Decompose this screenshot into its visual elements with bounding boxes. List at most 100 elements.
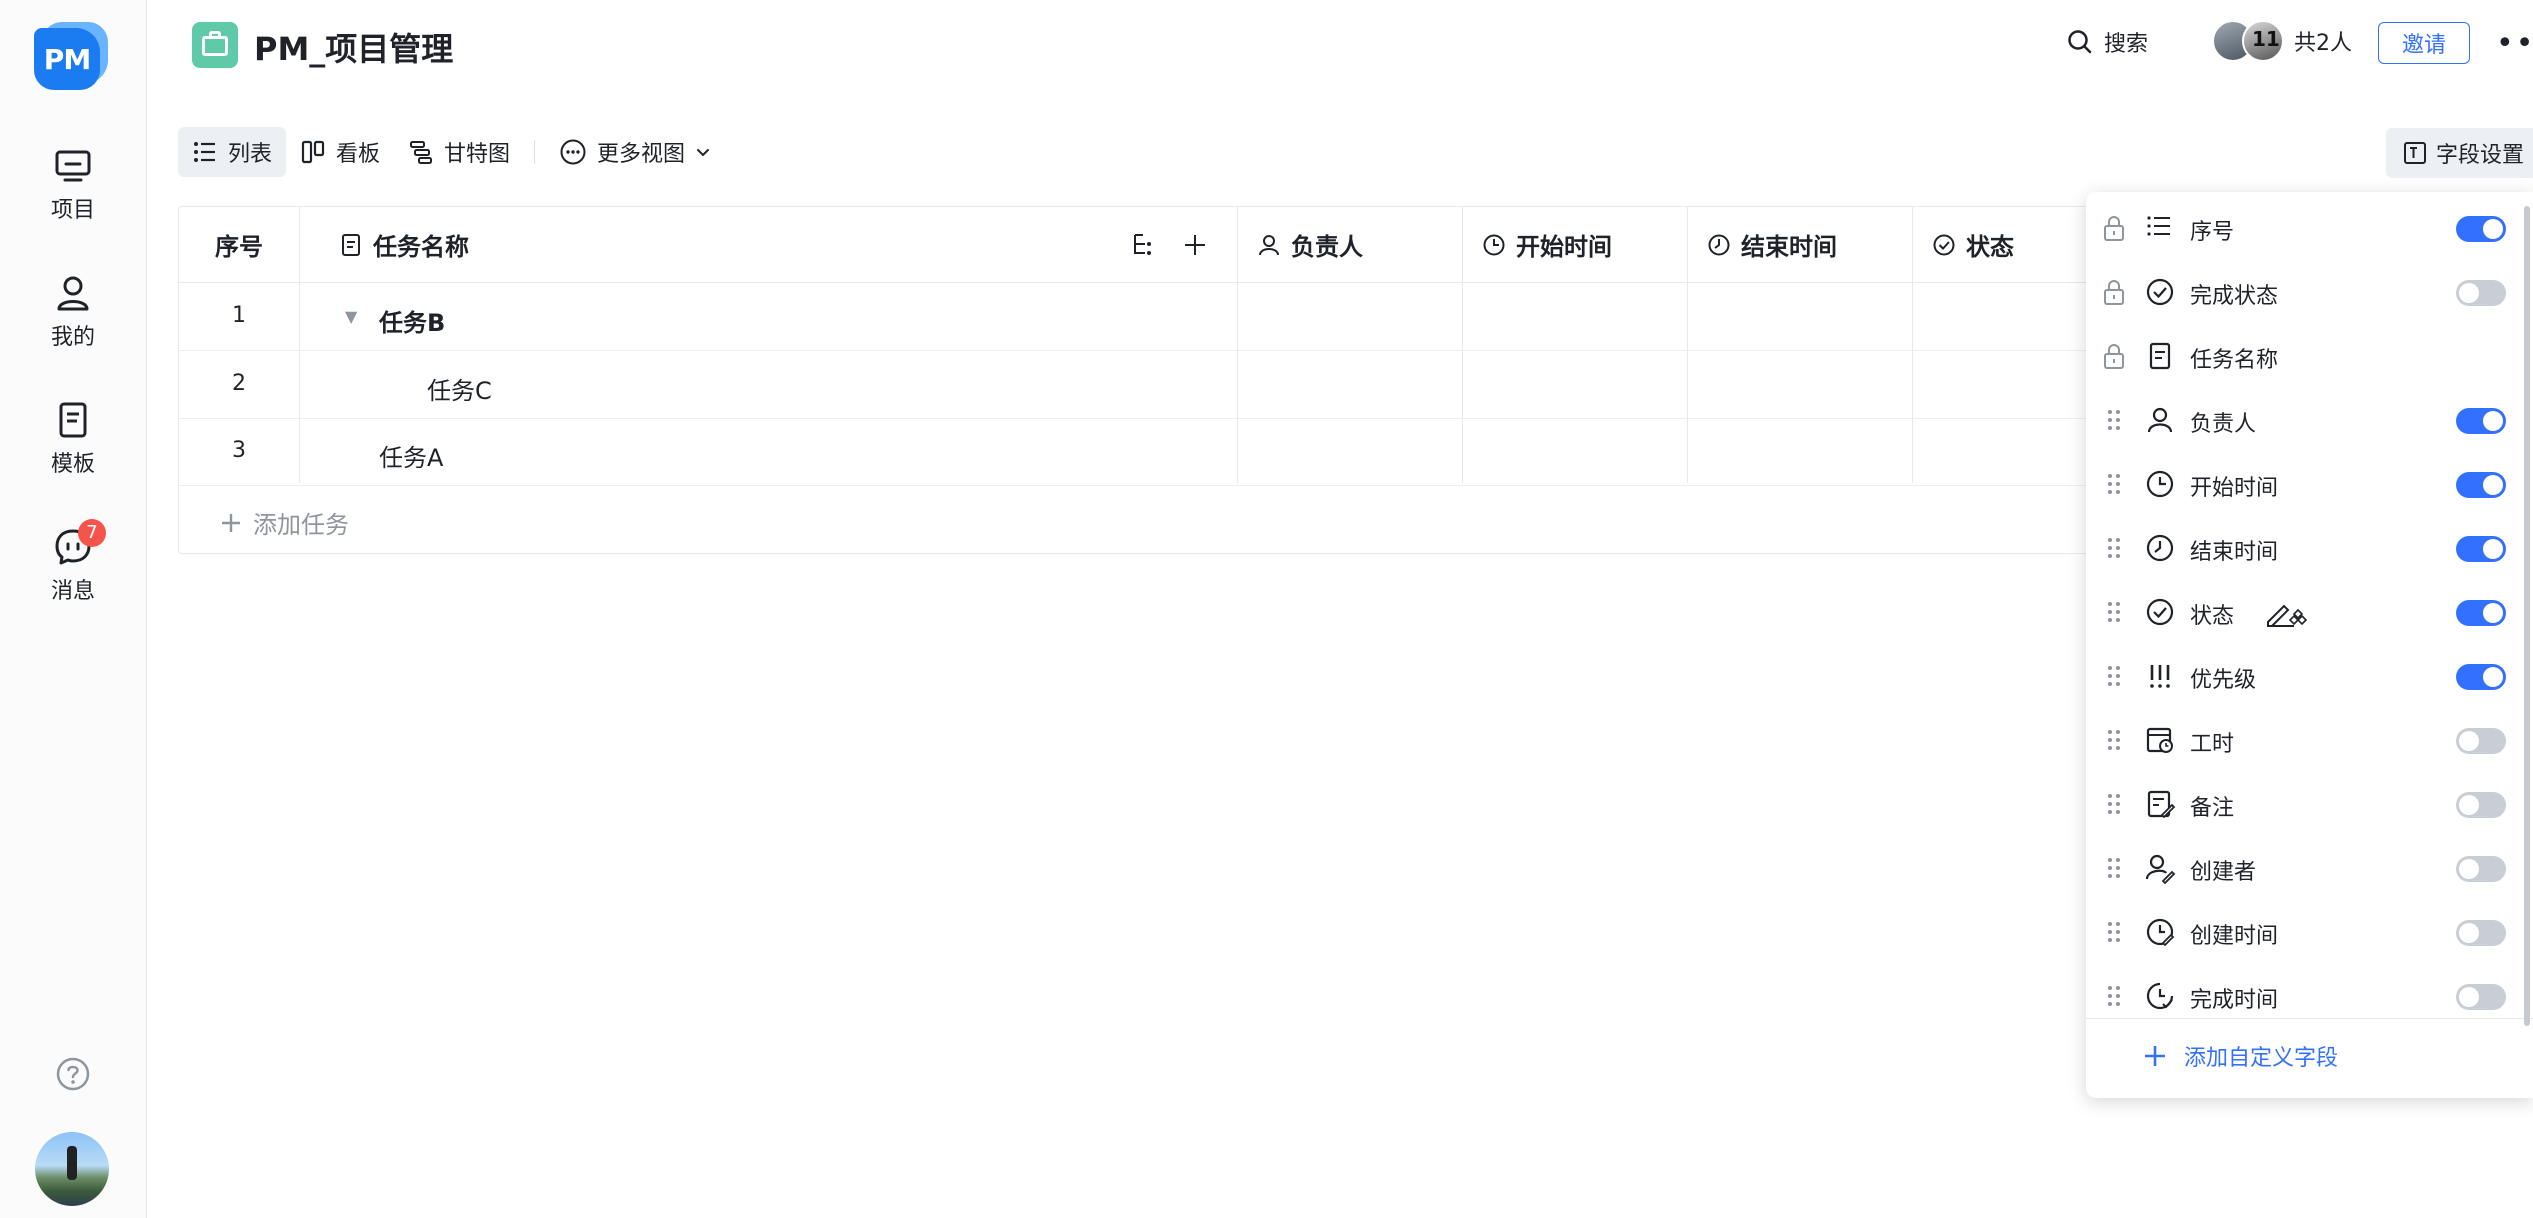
field-label: 创建者 bbox=[2190, 860, 2257, 885]
plus-icon bbox=[222, 513, 240, 532]
column-header-start-time[interactable]: 开始时间 bbox=[1482, 207, 1702, 282]
ordered-list-icon bbox=[2147, 216, 2170, 236]
monitor-icon bbox=[55, 150, 91, 182]
user-avatar[interactable] bbox=[35, 1132, 109, 1206]
view-label-kanban: 看板 bbox=[336, 142, 381, 167]
drag-handle-icon[interactable] bbox=[2102, 790, 2126, 818]
user-icon bbox=[1259, 234, 1279, 255]
column-header-assignee[interactable]: 负责人 bbox=[1257, 207, 1477, 282]
field-visibility-toggle[interactable] bbox=[2456, 280, 2506, 306]
row-number: 2 bbox=[232, 371, 246, 396]
field-row[interactable]: 开始时间 bbox=[2086, 452, 2533, 516]
add-column-icon[interactable] bbox=[1181, 231, 1209, 259]
expand-toggle-icon[interactable]: ▼ bbox=[345, 307, 357, 326]
drag-handle-icon[interactable] bbox=[2102, 470, 2126, 498]
priority-icon bbox=[2150, 665, 2170, 688]
field-row[interactable]: 负责人 bbox=[2086, 388, 2533, 452]
add-task-button[interactable]: 添加任务 bbox=[219, 505, 349, 540]
more-menu-icon[interactable]: ••• bbox=[2496, 26, 2533, 61]
field-visibility-toggle[interactable] bbox=[2456, 600, 2506, 626]
field-visibility-toggle[interactable] bbox=[2456, 472, 2506, 498]
drag-handle-icon[interactable] bbox=[2102, 854, 2126, 882]
drag-handle-icon[interactable] bbox=[2102, 598, 2126, 626]
clock-end-icon bbox=[1708, 234, 1730, 255]
field-row[interactable]: 优先级 bbox=[2086, 644, 2533, 708]
field-row[interactable]: 备注 bbox=[2086, 772, 2533, 836]
drag-handle-icon[interactable] bbox=[2102, 406, 2126, 434]
panel-scrollbar[interactable] bbox=[2524, 206, 2530, 1026]
subtask-icon[interactable] bbox=[1129, 231, 1157, 259]
document-icon bbox=[342, 233, 360, 256]
nav-item-messages[interactable]: 7 消息 bbox=[0, 519, 146, 605]
completed-time-icon bbox=[2146, 982, 2174, 1010]
field-label: 结束时间 bbox=[2190, 540, 2279, 565]
nav-label-projects: 项目 bbox=[50, 198, 95, 223]
field-settings-button[interactable]: 字段设置 bbox=[2386, 128, 2533, 178]
field-label: 完成状态 bbox=[2190, 284, 2279, 309]
view-tab-list[interactable]: 列表 bbox=[178, 127, 287, 177]
view-tab-gantt[interactable]: 甘特图 bbox=[394, 127, 524, 177]
help-icon[interactable] bbox=[55, 1056, 91, 1092]
drag-handle-icon[interactable] bbox=[2102, 726, 2126, 754]
members-count: 共2人 bbox=[2294, 31, 2352, 56]
task-name[interactable]: 任务B bbox=[379, 303, 445, 338]
field-row[interactable]: 完成状态 bbox=[2086, 260, 2533, 324]
clock-end-icon bbox=[2146, 534, 2174, 562]
left-nav: PM 项目 我的 模板 7 消息 bbox=[0, 0, 147, 1218]
invite-button[interactable]: 邀请 bbox=[2378, 22, 2470, 64]
field-visibility-toggle[interactable] bbox=[2456, 920, 2506, 946]
search-label: 搜索 bbox=[2104, 32, 2149, 57]
column-header-end-time[interactable]: 结束时间 bbox=[1707, 207, 1927, 282]
field-label: 任务名称 bbox=[2190, 348, 2279, 373]
field-row[interactable]: 创建者 bbox=[2086, 836, 2533, 900]
lock-icon bbox=[2104, 344, 2124, 369]
list-icon bbox=[194, 142, 215, 162]
field-row[interactable]: 状态 bbox=[2086, 580, 2533, 644]
user-icon bbox=[2147, 407, 2173, 433]
app-logo[interactable]: PM bbox=[34, 22, 108, 90]
nav-item-projects[interactable]: 项目 bbox=[0, 146, 146, 224]
view-tab-kanban[interactable]: 看板 bbox=[286, 127, 394, 177]
member-avatar bbox=[2242, 20, 2284, 62]
edit-options-icon[interactable] bbox=[2264, 596, 2308, 628]
drag-handle-icon[interactable] bbox=[2102, 662, 2126, 690]
drag-handle-icon[interactable] bbox=[2102, 534, 2126, 562]
field-visibility-toggle[interactable] bbox=[2456, 728, 2506, 754]
field-visibility-toggle[interactable] bbox=[2456, 984, 2506, 1010]
field-visibility-toggle[interactable] bbox=[2456, 408, 2506, 434]
search-icon bbox=[2068, 30, 2092, 54]
nav-item-templates[interactable]: 模板 bbox=[0, 400, 146, 478]
column-header-no[interactable]: 序号 bbox=[179, 207, 299, 282]
field-visibility-toggle[interactable] bbox=[2456, 664, 2506, 690]
add-custom-field-label: 添加自定义字段 bbox=[2184, 1046, 2339, 1071]
clock-icon bbox=[1483, 234, 1505, 255]
clock-icon bbox=[2146, 470, 2174, 498]
field-row[interactable]: 工时 bbox=[2086, 708, 2533, 772]
field-settings-label: 字段设置 bbox=[2436, 143, 2525, 168]
task-name[interactable]: 任务A bbox=[379, 438, 443, 473]
field-row[interactable]: 结束时间 bbox=[2086, 516, 2533, 580]
field-visibility-toggle[interactable] bbox=[2456, 856, 2506, 882]
creator-icon bbox=[2145, 854, 2176, 884]
field-row[interactable]: 创建时间 bbox=[2086, 900, 2533, 964]
members[interactable]: 共2人 bbox=[2212, 20, 2352, 62]
field-visibility-toggle[interactable] bbox=[2456, 792, 2506, 818]
nav-item-mine[interactable]: 我的 bbox=[0, 273, 146, 351]
field-label: 优先级 bbox=[2190, 668, 2257, 693]
work-hours-icon bbox=[2146, 727, 2173, 753]
field-visibility-toggle[interactable] bbox=[2456, 536, 2506, 562]
row-number: 3 bbox=[232, 438, 246, 463]
task-name[interactable]: 任务C bbox=[427, 371, 492, 406]
field-row[interactable]: 序号 bbox=[2086, 196, 2533, 260]
more-views-dropdown[interactable]: 更多视图 bbox=[545, 127, 725, 177]
field-row[interactable]: 完成时间 bbox=[2086, 964, 2533, 1018]
kanban-icon bbox=[301, 140, 325, 164]
field-label: 负责人 bbox=[2190, 412, 2257, 437]
search-button[interactable]: 搜索 bbox=[2066, 26, 2148, 58]
column-header-task-name[interactable]: 任务名称 bbox=[339, 207, 919, 282]
drag-handle-icon[interactable] bbox=[2102, 918, 2126, 946]
field-visibility-toggle[interactable] bbox=[2456, 216, 2506, 242]
drag-handle-icon[interactable] bbox=[2102, 982, 2126, 1010]
field-row[interactable]: 任务名称 bbox=[2086, 324, 2533, 388]
add-custom-field-button[interactable]: 添加自定义字段 bbox=[2142, 1040, 2338, 1072]
